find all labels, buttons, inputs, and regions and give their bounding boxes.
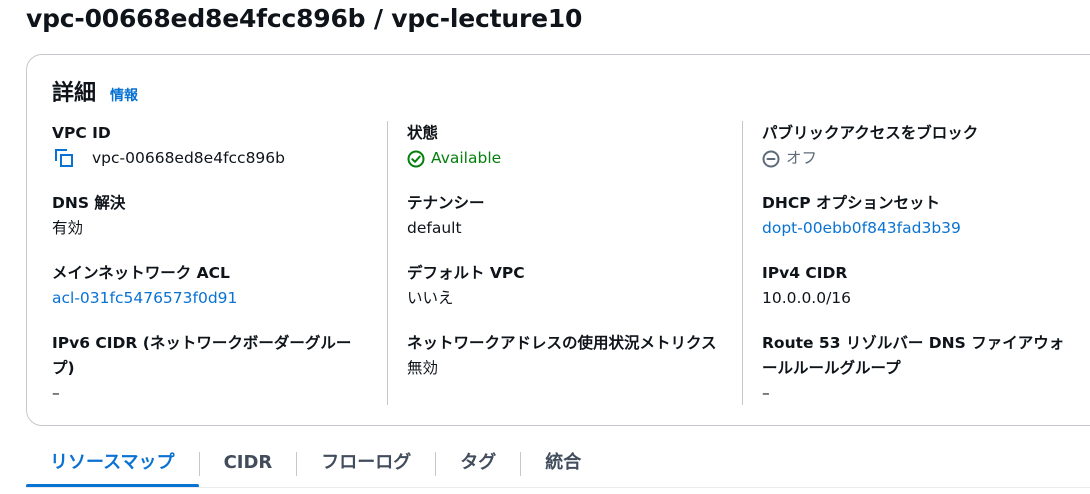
column-divider [387,121,388,405]
default-vpc-value: いいえ [407,289,454,307]
dns-resolution-value: 有効 [52,219,84,237]
block-public-access-value-row: オフ [762,146,1082,171]
tabs-underline [26,487,1090,488]
network-address-usage-field: ネットワークアドレスの使用状況メトリクス 無効 [407,331,717,381]
default-vpc-label: デフォルト VPC [407,264,525,282]
main-network-acl-link[interactable]: acl-031fc5476573f0d91 [52,286,372,311]
tab-list: リソースマップ CIDR フローログ タグ 統合 [26,446,605,488]
ipv6-cidr-value: – [52,384,60,402]
info-link[interactable]: 情報 [110,85,138,105]
block-public-access-field: パブリックアクセスをブロック オフ [762,121,1082,171]
ipv4-cidr-field: IPv4 CIDR 10.0.0.0/16 [762,261,1082,311]
state-label: 状態 [407,124,439,142]
ipv4-cidr-label: IPv4 CIDR [762,264,848,282]
page-title: vpc-00668ed8e4fcc896b / vpc-lecture10 [26,4,583,33]
dns-resolution-label: DNS 解決 [52,194,126,212]
main-network-acl-label: メインネットワーク ACL [52,264,230,282]
block-public-access-label: パブリックアクセスをブロック [762,124,979,142]
tenancy-label: テナンシー [407,194,485,212]
network-address-usage-label: ネットワークアドレスの使用状況メトリクス [407,334,717,352]
ipv6-cidr-field: IPv6 CIDR (ネットワークボーダーグループ) – [52,331,372,406]
details-panel: 詳細 情報 VPC ID vpc-00668ed8e4fcc896b DNS 解… [26,54,1090,426]
default-vpc-field: デフォルト VPC いいえ [407,261,727,311]
details-header: 詳細 情報 [52,75,138,107]
state-value: Available [431,149,502,167]
ipv6-cidr-label: IPv6 CIDR (ネットワークボーダーグループ) [52,334,352,377]
dhcp-option-set-field: DHCP オプションセット dopt-00ebb0f843fad3b39 [762,191,1082,241]
network-address-usage-value: 無効 [407,359,439,377]
dns-resolution-field: DNS 解決 有効 [52,191,372,241]
vpc-id-field: VPC ID vpc-00668ed8e4fcc896b [52,121,372,171]
check-circle-icon [407,150,425,167]
route53-firewall-value: – [762,384,770,402]
column-divider [742,121,743,405]
tab-flow-logs[interactable]: フローログ [297,446,435,480]
route53-firewall-label: Route 53 リゾルバー DNS ファイアウォールルールグループ [762,334,1065,377]
state-field: 状態 Available [407,121,727,171]
tab-resource-map[interactable]: リソースマップ [26,446,199,488]
dhcp-option-set-link[interactable]: dopt-00ebb0f843fad3b39 [762,216,1082,241]
state-value-row: Available [407,146,727,171]
tab-cidr[interactable]: CIDR [200,446,297,480]
vpc-id-value: vpc-00668ed8e4fcc896b [92,149,285,167]
minus-circle-icon [762,150,780,167]
tab-tags[interactable]: タグ [436,446,520,480]
block-public-access-value: オフ [786,149,818,167]
tab-integrations[interactable]: 統合 [521,446,605,480]
vpc-id-value-row: vpc-00668ed8e4fcc896b [52,146,372,171]
details-title: 詳細 [52,81,97,106]
vpc-id-label: VPC ID [52,124,111,142]
tenancy-field: テナンシー default [407,191,727,241]
tenancy-value: default [407,219,462,237]
route53-firewall-field: Route 53 リゾルバー DNS ファイアウォールルールグループ – [762,331,1072,406]
dhcp-option-set-label: DHCP オプションセット [762,194,940,212]
copy-icon[interactable] [54,148,76,170]
ipv4-cidr-value: 10.0.0.0/16 [762,289,852,307]
main-network-acl-field: メインネットワーク ACL acl-031fc5476573f0d91 [52,261,372,311]
